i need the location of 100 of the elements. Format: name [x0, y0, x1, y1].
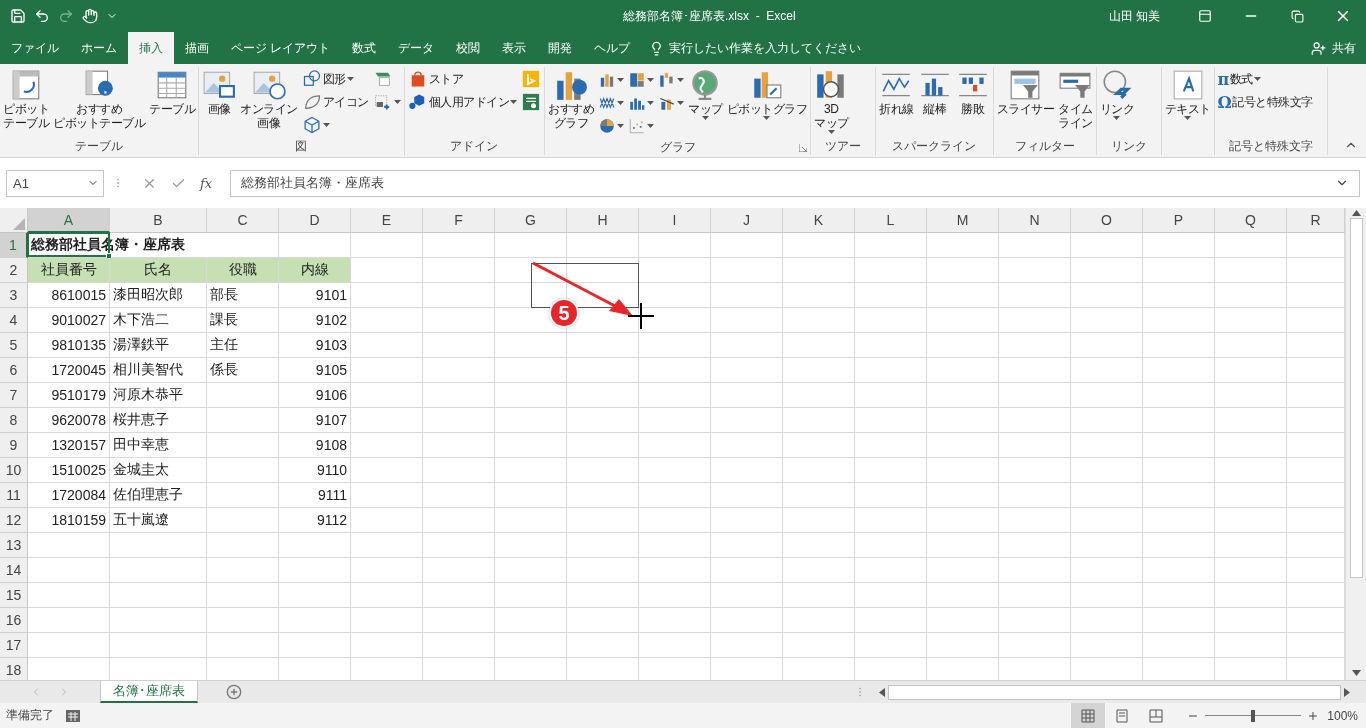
ribbon-button[interactable]: ピボットグラフ [724, 67, 809, 121]
ribbon-tab[interactable]: ページ レイアウト [220, 32, 342, 64]
column-header[interactable]: E [351, 208, 423, 233]
row-header[interactable]: 17 [0, 633, 28, 658]
column-header[interactable]: N [999, 208, 1071, 233]
column-header[interactable]: D [279, 208, 351, 233]
ribbon-button[interactable]: Ω記号と特殊文字 [1216, 91, 1314, 113]
ribbon-button[interactable]: 図形 [300, 68, 370, 90]
scroll-down-icon[interactable] [1351, 670, 1361, 676]
row-header[interactable]: 11 [0, 483, 28, 508]
view-button[interactable] [1071, 703, 1106, 728]
column-header[interactable]: L [855, 208, 927, 233]
row-header[interactable]: 9 [0, 433, 28, 458]
column-header[interactable]: Q [1215, 208, 1287, 233]
ribbon-button[interactable]: 3D マップ [812, 67, 851, 135]
row-header[interactable]: 16 [0, 608, 28, 633]
ribbon-button[interactable]: アイコン [300, 91, 370, 113]
save-icon[interactable] [10, 8, 26, 24]
user-name[interactable]: 山田 知美 [1108, 7, 1160, 25]
ribbon-button[interactable]: スライサー [994, 67, 1056, 117]
ribbon-tab[interactable]: ヘルプ [583, 32, 642, 64]
scroll-thumb[interactable] [1349, 218, 1363, 578]
column-header[interactable]: R [1287, 208, 1345, 233]
ribbon-tab[interactable]: 数式 [341, 32, 388, 64]
zoom-thumb[interactable] [1251, 709, 1256, 722]
ribbon-button[interactable]: 勝敗 [953, 67, 992, 117]
row-header[interactable]: 15 [0, 583, 28, 608]
ribbon-button[interactable]: オンライン 画像 [238, 67, 300, 131]
column-header[interactable]: J [711, 208, 783, 233]
share-button[interactable]: 共有 [1311, 32, 1356, 64]
ribbon-options-icon[interactable] [1198, 9, 1212, 23]
caret-icon [617, 124, 624, 128]
row-header[interactable]: 10 [0, 458, 28, 483]
caret-icon [346, 77, 354, 81]
add-sheet-icon[interactable] [226, 684, 242, 700]
row-header[interactable]: 13 [0, 533, 28, 558]
ribbon-button[interactable]: テーブル [147, 67, 197, 117]
row-header[interactable]: 14 [0, 558, 28, 583]
name-box[interactable]: A1 [6, 169, 104, 197]
group-label: 記号と特殊文字 [1228, 138, 1313, 155]
row-header[interactable]: 4 [0, 308, 28, 333]
column-header[interactable]: A [28, 208, 110, 233]
column-header[interactable]: H [567, 208, 639, 233]
column-header[interactable]: I [639, 208, 711, 233]
ribbon-button[interactable]: タイム ライン [1056, 67, 1095, 131]
ribbon-tab[interactable]: 校閲 [445, 32, 492, 64]
ribbon-button[interactable]: 縦棒 [915, 67, 954, 117]
ribbon-tab[interactable]: ファイル [0, 32, 70, 64]
row-header[interactable]: 2 [0, 258, 28, 283]
row-header[interactable]: 7 [0, 383, 28, 408]
ribbon-tab[interactable]: 表示 [491, 32, 538, 64]
column-header[interactable]: K [783, 208, 855, 233]
ribbon-button[interactable]: ストア [406, 68, 518, 90]
ribbon-button[interactable] [520, 91, 542, 113]
ribbon-button[interactable]: 個人用アドイン [406, 91, 518, 113]
header-cell: 氏名 [110, 258, 206, 282]
ribbon-button[interactable]: 折れ線 [877, 67, 916, 117]
formula-field[interactable]: 総務部社員名簿・座席表 [230, 169, 1360, 197]
zoom-in-icon[interactable] [1307, 709, 1320, 722]
ribbon-button[interactable]: 画像 [200, 67, 238, 117]
scroll-right-icon[interactable] [1344, 687, 1350, 697]
column-header[interactable]: P [1143, 208, 1215, 233]
sheet-tab[interactable]: 名簿･座席表 [100, 681, 198, 703]
column-header[interactable]: F [423, 208, 495, 233]
column-header[interactable]: B [110, 208, 207, 233]
macro-record-icon[interactable] [66, 709, 80, 722]
column-header[interactable]: O [1071, 208, 1143, 233]
horizontal-scroll-thumb[interactable] [888, 684, 1341, 700]
ribbon-button[interactable]: ピボット テーブル [1, 67, 51, 131]
table-cell-text: 9102 [314, 311, 348, 330]
insert-function-button[interactable]: fx [200, 175, 213, 191]
undo-icon[interactable] [34, 8, 50, 24]
ribbon-tab[interactable]: 挿入 [128, 32, 174, 64]
ribbon-button[interactable]: テキスト [1162, 67, 1213, 121]
ribbon-tab[interactable]: ホーム [70, 32, 128, 64]
row-header[interactable]: 12 [0, 508, 28, 533]
row-header[interactable]: 1 [0, 233, 28, 258]
touch-mode-icon[interactable] [82, 8, 98, 24]
ribbon-tab[interactable]: 描画 [174, 32, 220, 64]
column-header[interactable]: G [495, 208, 567, 233]
column-header[interactable]: C [207, 208, 279, 233]
row-header[interactable]: 3 [0, 283, 28, 308]
ribbon-button[interactable]: リンク [1097, 67, 1136, 121]
restore-icon[interactable] [1290, 9, 1304, 23]
column-header[interactable]: M [927, 208, 999, 233]
ribbon-button[interactable]: π数式 [1216, 68, 1314, 90]
ribbon-tab[interactable]: データ [387, 32, 446, 64]
ribbon-button[interactable]: おすすめ グラフ [546, 67, 596, 131]
tell-me-field[interactable]: 実行したい作業を入力してください [669, 39, 862, 57]
scroll-up-icon[interactable] [1351, 210, 1361, 216]
ribbon-button[interactable]: マップ [686, 67, 725, 121]
row-header[interactable]: 6 [0, 358, 28, 383]
header-cell: 社員番号 [28, 258, 109, 282]
row-header[interactable]: 5 [0, 333, 28, 358]
dialog-launcher-icon[interactable] [799, 144, 807, 152]
ribbon-tab[interactable]: 開発 [537, 32, 584, 64]
scroll-left-icon[interactable] [879, 687, 885, 697]
row-header[interactable]: 8 [0, 408, 28, 433]
row-header[interactable]: 18 [0, 658, 28, 680]
ribbon-button[interactable]: おすすめ ピボットテーブル [51, 67, 147, 131]
